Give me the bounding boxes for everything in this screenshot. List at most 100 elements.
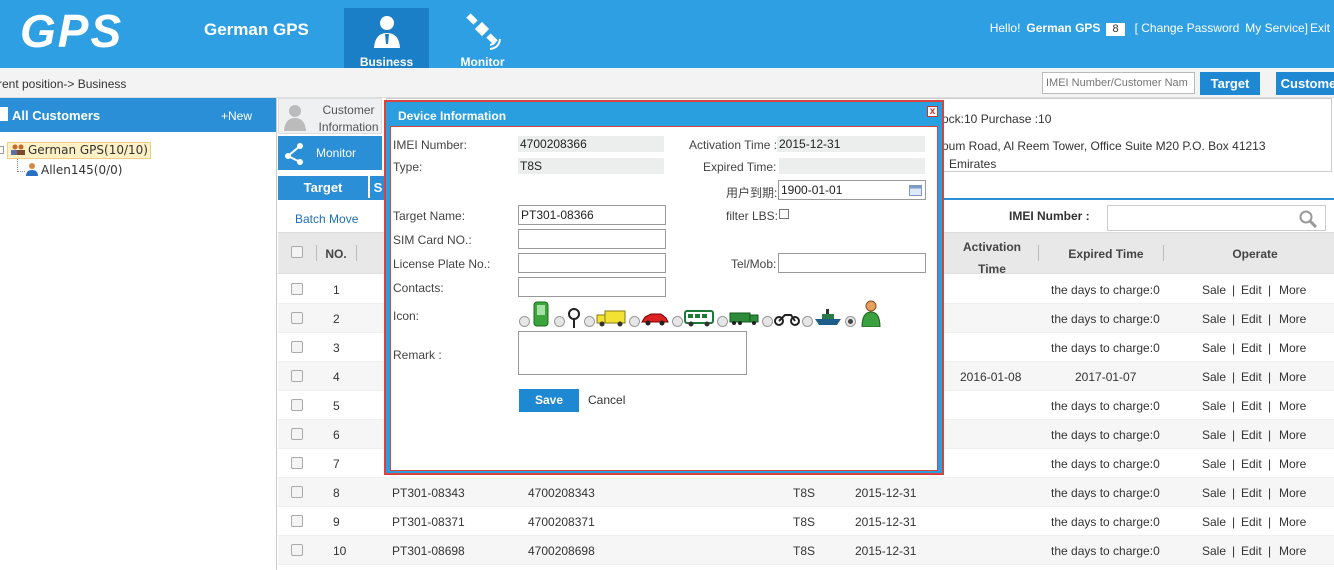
cancel-button[interactable]: Cancel — [588, 393, 625, 407]
icon-radio-motorbike[interactable] — [762, 316, 773, 327]
tel-mob-input[interactable] — [778, 253, 926, 273]
tab-business[interactable]: Business — [344, 8, 429, 69]
row-expired-time: 2017-01-07 — [1075, 370, 1137, 384]
ops-separator: | — [1268, 486, 1272, 500]
sale-link[interactable]: Sale — [1202, 515, 1226, 529]
edit-link[interactable]: Edit — [1241, 370, 1262, 384]
row-checkbox[interactable] — [291, 399, 303, 411]
row-checkbox[interactable] — [291, 544, 303, 556]
row-checkbox[interactable] — [291, 312, 303, 324]
more-link[interactable]: More — [1279, 486, 1306, 500]
sale-link[interactable]: Sale — [1202, 312, 1226, 326]
table-row[interactable]: 9 PT301-08371 4700208371 T8S 2015-12-31 the d… — [278, 507, 1334, 536]
icon-radio-person[interactable] — [845, 316, 856, 327]
edit-link[interactable]: Edit — [1241, 457, 1262, 471]
imei-customer-search-input[interactable] — [1042, 72, 1195, 94]
license-plate-input[interactable] — [518, 253, 666, 273]
row-expired-time: the days to charge:0 — [1051, 457, 1160, 471]
target-name-label: Target Name: — [393, 209, 466, 223]
change-password-link[interactable]: [ Change Password — [1135, 21, 1240, 35]
type-label: Type: — [393, 160, 423, 174]
tree-node-child[interactable]: Allen145(0/0) — [25, 162, 122, 179]
table-row[interactable]: 10 PT301-08698 4700208698 T8S 2015-12-31 the … — [278, 536, 1334, 565]
ops-separator: | — [1232, 370, 1236, 384]
icon-radio-lorry[interactable] — [717, 316, 728, 327]
sale-link[interactable]: Sale — [1202, 428, 1226, 442]
close-icon[interactable]: x — [927, 106, 938, 117]
icon-radio-truck[interactable] — [584, 316, 595, 327]
tree-node-root[interactable]: German GPS(10/10) — [7, 142, 151, 159]
user-expiry-date-input[interactable]: 1900-01-01 — [778, 180, 926, 200]
target-name-input[interactable]: PT301-08366 — [518, 205, 666, 225]
person-icon — [26, 163, 38, 176]
edit-link[interactable]: Edit — [1241, 341, 1262, 355]
sale-link[interactable]: Sale — [1202, 399, 1226, 413]
row-checkbox[interactable] — [291, 370, 303, 382]
contacts-input[interactable] — [518, 277, 666, 297]
table-row[interactable]: 8 PT301-08343 4700208343 T8S 2015-12-31 the d… — [278, 478, 1334, 507]
remark-textarea[interactable] — [518, 331, 747, 375]
calendar-icon[interactable] — [909, 184, 922, 196]
edit-link[interactable]: Edit — [1241, 312, 1262, 326]
more-link[interactable]: More — [1279, 399, 1306, 413]
exit-link[interactable]: Exit — [1310, 21, 1330, 35]
tab-customer-information[interactable]: Customer Information — [278, 98, 382, 134]
row-number: 7 — [333, 457, 340, 471]
icon-radio-pin[interactable] — [554, 316, 565, 327]
subtab-target[interactable]: Target — [278, 176, 368, 200]
more-link[interactable]: More — [1279, 457, 1306, 471]
new-customer-link[interactable]: +New — [221, 109, 252, 123]
sale-link[interactable]: Sale — [1202, 544, 1226, 558]
more-link[interactable]: More — [1279, 370, 1306, 384]
row-checkbox[interactable] — [291, 428, 303, 440]
sale-link[interactable]: Sale — [1202, 486, 1226, 500]
edit-link[interactable]: Edit — [1241, 283, 1262, 297]
target-button[interactable]: Target — [1200, 72, 1260, 95]
ship-icon — [815, 309, 841, 325]
tab-monitor-side[interactable]: Monitor — [278, 136, 382, 170]
sale-link[interactable]: Sale — [1202, 283, 1226, 297]
col-no: NO. — [325, 247, 347, 261]
edit-link[interactable]: Edit — [1241, 515, 1262, 529]
icon-radio-phone[interactable] — [519, 316, 530, 327]
message-count-badge[interactable]: 8 — [1106, 23, 1125, 36]
expired-value — [779, 158, 925, 174]
row-checkbox[interactable] — [291, 341, 303, 353]
row-checkbox[interactable] — [291, 515, 303, 527]
more-link[interactable]: More — [1279, 428, 1306, 442]
customer-button[interactable]: Customer — [1276, 72, 1334, 95]
row-number: 8 — [333, 486, 340, 500]
contacts-label: Contacts: — [393, 281, 444, 295]
more-link[interactable]: More — [1279, 283, 1306, 297]
sale-link[interactable]: Sale — [1202, 457, 1226, 471]
sale-link[interactable]: Sale — [1202, 370, 1226, 384]
person-icon — [861, 300, 881, 327]
my-service-link[interactable]: My Service] — [1245, 21, 1308, 35]
sale-link[interactable]: Sale — [1202, 341, 1226, 355]
edit-link[interactable]: Edit — [1241, 544, 1262, 558]
more-link[interactable]: More — [1279, 544, 1306, 558]
edit-link[interactable]: Edit — [1241, 486, 1262, 500]
select-all-checkbox[interactable] — [291, 246, 303, 258]
tab-monitor[interactable]: Monitor — [440, 8, 525, 69]
edit-link[interactable]: Edit — [1241, 428, 1262, 442]
more-link[interactable]: More — [1279, 341, 1306, 355]
imei-filter-input[interactable] — [1107, 205, 1326, 231]
more-link[interactable]: More — [1279, 312, 1306, 326]
batch-move-link[interactable]: Batch Move — [295, 212, 358, 226]
search-icon[interactable] — [1299, 210, 1317, 228]
row-checkbox[interactable] — [291, 486, 303, 498]
row-expired-time: the days to charge:0 — [1051, 486, 1160, 500]
tree-collapse-icon[interactable] — [0, 146, 4, 154]
icon-radio-car[interactable] — [629, 316, 640, 327]
save-button[interactable]: Save — [519, 389, 579, 412]
more-link[interactable]: More — [1279, 515, 1306, 529]
col-activation-time: Activation Time — [962, 240, 1021, 276]
sim-card-input[interactable] — [518, 229, 666, 249]
edit-link[interactable]: Edit — [1241, 399, 1262, 413]
filter-lbs-checkbox[interactable] — [779, 209, 789, 219]
row-checkbox[interactable] — [291, 457, 303, 469]
icon-radio-bus[interactable] — [672, 316, 683, 327]
icon-radio-ship[interactable] — [802, 316, 813, 327]
row-checkbox[interactable] — [291, 283, 303, 295]
